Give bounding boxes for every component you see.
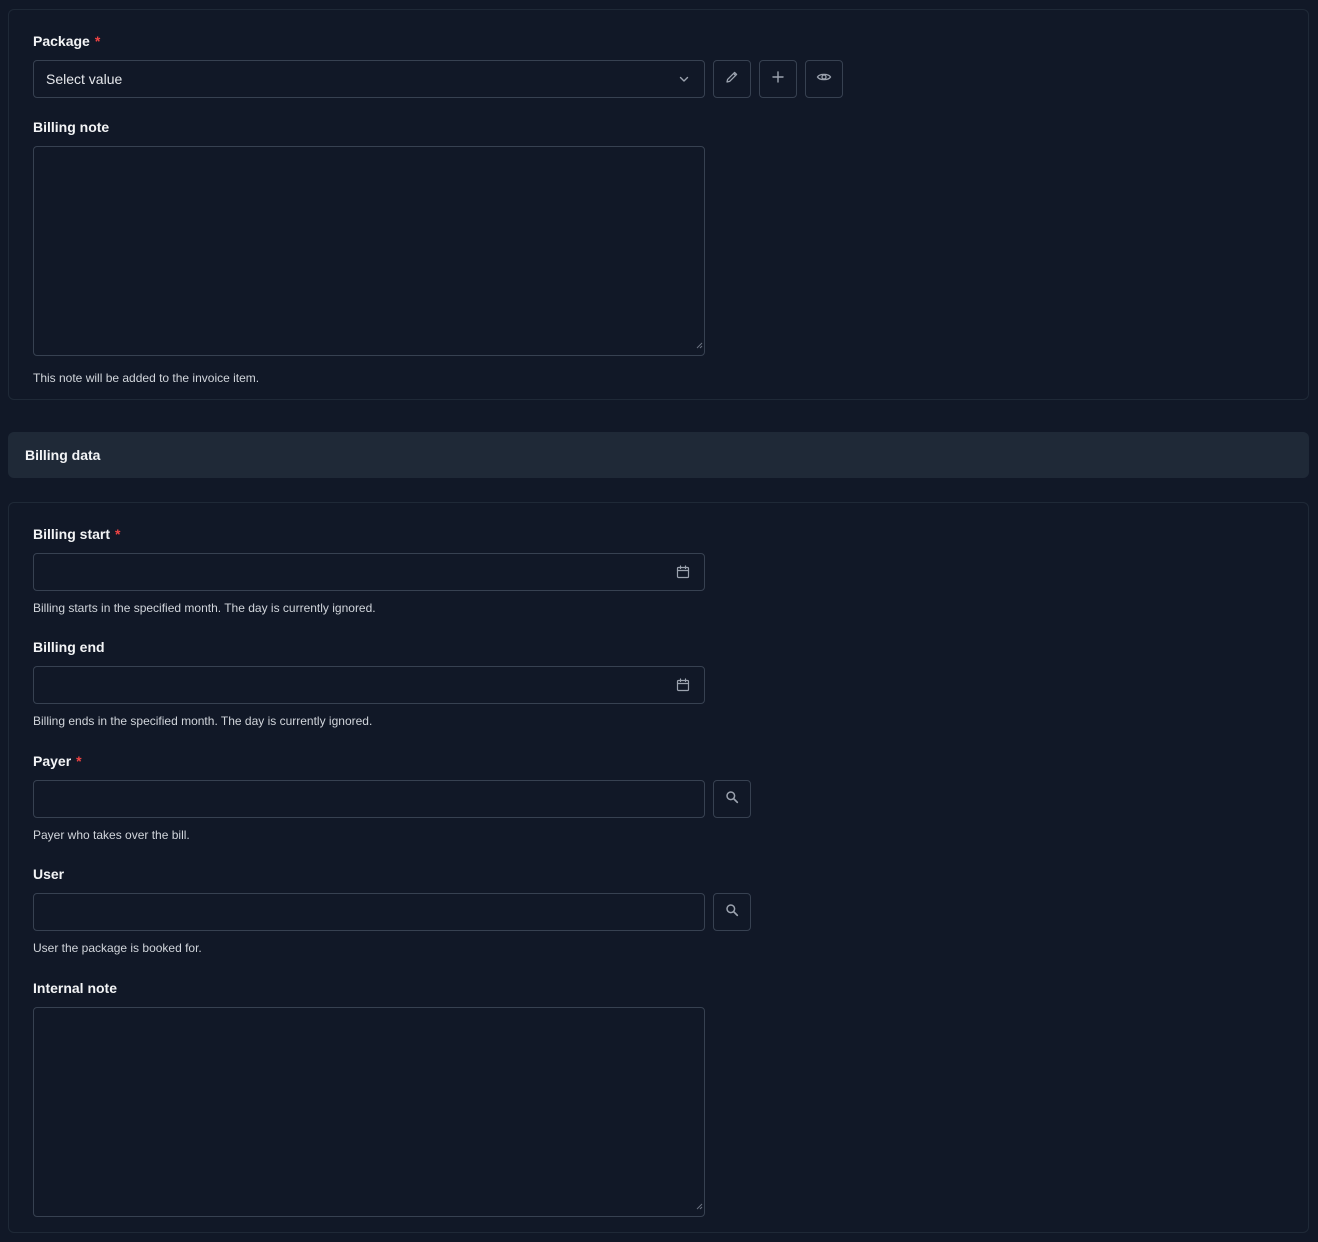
billing-data-header: Billing data — [8, 432, 1309, 478]
internal-note-textarea[interactable] — [33, 1007, 705, 1217]
resize-grip-icon[interactable] — [695, 1197, 703, 1215]
required-mark: * — [76, 753, 82, 769]
user-input[interactable] — [33, 893, 705, 931]
search-icon — [725, 903, 739, 922]
plus-icon — [771, 70, 785, 89]
pencil-icon — [724, 69, 740, 90]
payer-label: Payer * — [33, 753, 82, 769]
billing-start-label: Billing start * — [33, 526, 121, 542]
user-label: User — [33, 866, 65, 882]
payer-input[interactable] — [33, 780, 705, 818]
view-package-button[interactable] — [805, 60, 843, 98]
billing-note-hint: This note will be added to the invoice i… — [33, 371, 260, 385]
user-search-button[interactable] — [713, 893, 751, 931]
edit-package-button[interactable] — [713, 60, 751, 98]
package-select[interactable]: Select value — [33, 60, 705, 98]
required-mark: * — [94, 33, 101, 49]
add-package-button[interactable] — [759, 60, 797, 98]
resize-grip-icon[interactable] — [695, 336, 703, 354]
billing-start-input[interactable] — [33, 553, 705, 591]
billing-end-hint: Billing ends in the specified month. The… — [33, 714, 373, 728]
user-hint: User the package is booked for. — [33, 941, 202, 955]
billing-note-textarea[interactable] — [33, 146, 705, 356]
required-mark: * — [115, 526, 121, 542]
package-label: Package * — [33, 33, 101, 49]
billing-end-input[interactable] — [33, 666, 705, 704]
billing-note-label: Billing note — [33, 119, 110, 135]
calendar-icon[interactable] — [675, 677, 691, 698]
billing-data-title: Billing data — [25, 447, 101, 463]
calendar-icon[interactable] — [675, 564, 691, 585]
billing-start-hint: Billing starts in the specified month. T… — [33, 601, 376, 615]
chevron-down-icon — [678, 72, 690, 88]
package-card: Package * Select value Billing note This… — [8, 9, 1309, 400]
billing-end-label: Billing end — [33, 639, 105, 655]
payer-search-button[interactable] — [713, 780, 751, 818]
package-select-value: Select value — [46, 71, 123, 87]
billing-card: Billing start * Billing starts in the sp… — [8, 502, 1309, 1233]
internal-note-label: Internal note — [33, 980, 118, 996]
eye-icon — [816, 69, 832, 90]
payer-hint: Payer who takes over the bill. — [33, 828, 190, 842]
search-icon — [725, 790, 739, 809]
